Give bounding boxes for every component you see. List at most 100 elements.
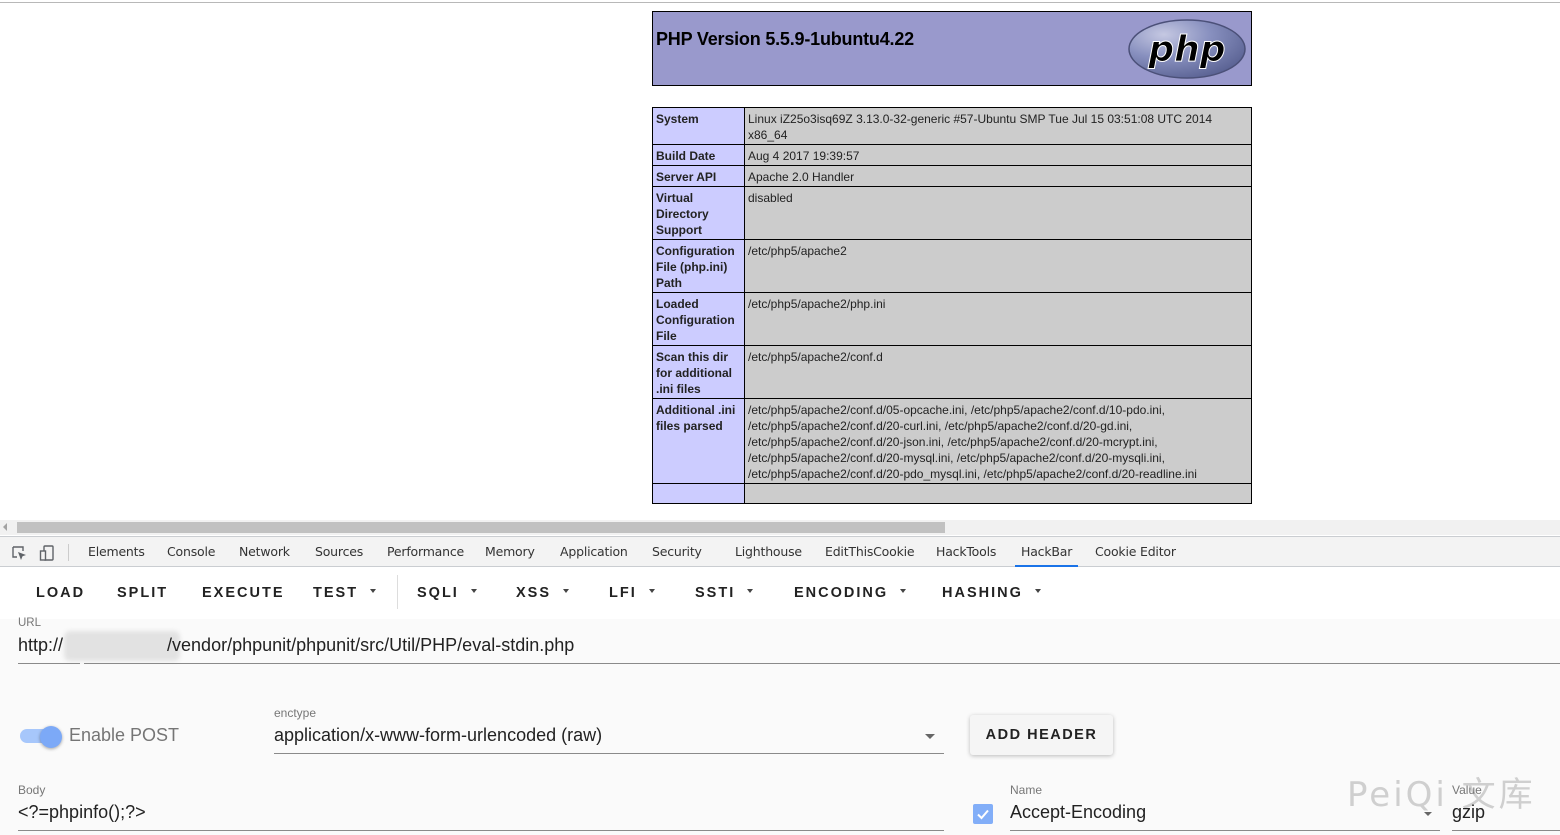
toolbar-divider <box>397 575 398 609</box>
devtools-tab-network[interactable]: Network <box>233 537 296 567</box>
toolbar-button-label: TEST <box>313 585 359 601</box>
toolbar-load-button[interactable]: LOAD <box>36 585 85 601</box>
toolbar-button-label: LFI <box>609 585 637 601</box>
php-version-title: PHP Version 5.5.9-1ubuntu4.22 <box>656 29 914 49</box>
header-value-input[interactable]: gzip <box>1452 802 1485 823</box>
add-header-button[interactable]: ADD HEADER <box>970 715 1113 755</box>
toolbar-button-label: XSS <box>516 585 552 601</box>
header-name-label: Name <box>1010 783 1043 797</box>
devtools-tab-lighthouse[interactable]: Lighthouse <box>729 537 808 567</box>
info-key: Loaded Configuration File <box>652 292 745 346</box>
chevron-down-icon <box>1034 589 1041 594</box>
url-input[interactable]: http:// /vendor/phpunit/phpunit/src/Util/… <box>18 635 574 656</box>
toolbar-lfi-button[interactable]: LFI <box>609 585 655 601</box>
device-toolbar-icon[interactable] <box>39 545 55 561</box>
chevron-down-icon <box>747 589 754 594</box>
info-key: Virtual Directory Support <box>652 186 745 240</box>
info-row: Loaded Configuration File/etc/php5/apach… <box>652 292 1252 346</box>
scrollbar-thumb[interactable] <box>17 522 945 533</box>
devtools-tab-hacktools[interactable]: HackTools <box>930 537 1002 567</box>
toolbar-button-label: SQLI <box>417 585 459 601</box>
info-key: Configuration File (php.ini) Path <box>652 239 745 293</box>
info-value: /etc/php5/apache2/php.ini <box>744 292 1252 346</box>
enctype-select[interactable]: application/x-www-form-urlencoded (raw) <box>274 725 602 746</box>
watermark: PeiQi 文库 <box>1347 775 1536 815</box>
devtools-tab-console[interactable]: Console <box>161 537 221 567</box>
toolbar-button-label: SPLIT <box>117 585 169 601</box>
enctype-underline <box>274 753 944 754</box>
info-key: Additional .ini files parsed <box>652 398 745 484</box>
enctype-label: enctype <box>274 706 317 720</box>
info-row: System Linux iZ25o3isq69Z 3.13.0-32-gener… <box>652 107 1252 145</box>
toolbar-ssti-button[interactable]: SSTI <box>695 585 754 601</box>
inspect-element-icon[interactable] <box>11 545 27 561</box>
body-underline <box>18 830 944 831</box>
enctype-dropdown-icon[interactable] <box>925 734 935 739</box>
toolbar-encoding-button[interactable]: ENCODING <box>794 585 907 601</box>
devtools-tab-elements[interactable]: Elements <box>82 537 151 567</box>
enable-post-toggle-knob[interactable] <box>40 726 62 748</box>
browser-viewport: PHP Version 5.5.9-1ubuntu4.22 php System… <box>0 0 1560 520</box>
info-row <box>652 483 1252 504</box>
header-enabled-checkbox[interactable] <box>973 804 993 824</box>
devtools-tab-security[interactable]: Security <box>646 537 708 567</box>
info-key <box>652 483 745 504</box>
enable-post-label: Enable POST <box>69 725 180 745</box>
toolbar-sqli-button[interactable]: SQLI <box>417 585 477 601</box>
url-underline <box>84 663 1560 664</box>
devtools-tab-application[interactable]: Application <box>554 537 634 567</box>
toolbar-button-label: SSTI <box>695 585 736 601</box>
toolbar-divider <box>68 544 69 561</box>
info-row: Build Date Aug 4 2017 19:39:57 <box>652 144 1252 166</box>
info-key: System <box>652 107 745 145</box>
devtools-tab-cookie-editor[interactable]: Cookie Editor <box>1089 537 1182 567</box>
info-value: /etc/php5/apache2 <box>744 239 1252 293</box>
toolbar-button-label: EXECUTE <box>202 585 285 601</box>
phpinfo-page: PHP Version 5.5.9-1ubuntu4.22 php System… <box>652 11 1252 504</box>
php-logo-icon: php <box>1128 19 1246 79</box>
info-row: Virtual Directory Support disabled <box>652 186 1252 240</box>
hackbar-panel: LOAD SPLIT EXECUTE TEST SQLI XSS LFI SSTI ENCODI… <box>0 567 1560 835</box>
body-input[interactable]: <?=phpinfo();?> <box>18 802 146 823</box>
url-prefix: http:// <box>18 635 64 655</box>
body-label: Body <box>18 783 46 797</box>
info-value <box>744 483 1252 504</box>
info-row: Scan this dir for additional .ini files /… <box>652 345 1252 399</box>
horizontal-scrollbar[interactable] <box>0 520 1560 535</box>
toolbar-hashing-button[interactable]: HASHING <box>942 585 1041 601</box>
info-key: Server API <box>652 165 745 187</box>
devtools-tab-editthiscookie[interactable]: EditThisCookie <box>819 537 920 567</box>
php-header: PHP Version 5.5.9-1ubuntu4.22 php <box>652 11 1252 86</box>
toolbar-xss-button[interactable]: XSS <box>516 585 570 601</box>
info-key: Scan this dir for additional .ini files <box>652 345 745 399</box>
url-label: URL <box>18 617 42 629</box>
info-row: Server API Apache 2.0 Handler <box>652 165 1252 187</box>
checkmark-icon <box>977 809 989 820</box>
info-value: Aug 4 2017 19:39:57 <box>744 144 1252 166</box>
toolbar-button-label: HASHING <box>942 585 1023 601</box>
header-value-underline <box>1452 830 1560 831</box>
scroll-left-icon[interactable] <box>3 523 7 531</box>
info-value: disabled <box>744 186 1252 240</box>
toolbar-split-button[interactable]: SPLIT <box>117 585 168 601</box>
toolbar-execute-button[interactable]: EXECUTE <box>202 585 285 601</box>
info-value: Linux iZ25o3isq69Z 3.13.0-32-generic #57… <box>744 107 1252 145</box>
toolbar-test-button[interactable]: TEST <box>313 585 377 601</box>
php-info-table: System Linux iZ25o3isq69Z 3.13.0-32-gener… <box>652 107 1252 504</box>
chevron-down-icon <box>563 589 570 594</box>
devtools-tab-performance[interactable]: Performance <box>381 537 470 567</box>
toolbar-button-label: ENCODING <box>794 585 889 601</box>
top-border <box>0 2 1560 3</box>
chevron-down-icon <box>370 589 377 594</box>
devtools-tab-sources[interactable]: Sources <box>309 537 369 567</box>
devtools-tab-hackbar[interactable]: HackBar <box>1015 537 1079 567</box>
info-value: /etc/php5/apache2/conf.d <box>744 345 1252 399</box>
hackbar-toolbar: LOAD SPLIT EXECUTE TEST SQLI XSS LFI SSTI ENCODI… <box>0 567 1560 619</box>
devtools-tab-memory[interactable]: Memory <box>479 537 541 567</box>
header-name-input[interactable]: Accept-Encoding <box>1010 802 1146 823</box>
info-value: Apache 2.0 Handler <box>744 165 1252 187</box>
header-name-underline <box>1010 830 1440 831</box>
toolbar-button-label: LOAD <box>36 585 86 601</box>
header-value-label: Value <box>1452 783 1482 797</box>
devtools-tabbar: Elements Console Network Sources Performance… <box>0 536 1560 567</box>
